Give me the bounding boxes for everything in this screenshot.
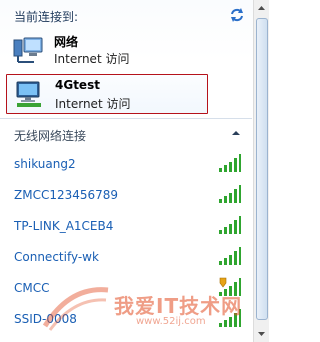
signal-strength-icon [219,216,241,234]
connection-status: Internet 访问 [55,97,131,111]
connection-4gtest[interactable]: 4Gtest Internet 访问 [6,74,208,114]
computer-network-icon [16,81,41,107]
secured-signal-icon [219,277,241,296]
wifi-ssid: shikuang2 [14,157,76,171]
current-connections-title: 当前连接到: [14,10,79,24]
wifi-network-item[interactable]: SSID-0008 [14,308,244,332]
network-flyout: 当前连接到: 网络 Internet 访问 4Gtest Internet 访问 [0,0,269,342]
scroll-down-arrow-icon[interactable] [256,328,267,340]
wifi-network-item[interactable]: TP-LINK_A1CEB4 [14,215,244,239]
wifi-network-item[interactable]: CMCC [14,277,244,301]
scroll-up-arrow-icon[interactable] [256,2,267,14]
vertical-scrollbar[interactable] [253,0,269,342]
signal-strength-icon [219,247,241,265]
wifi-ssid: ZMCC123456789 [14,188,119,202]
connection-name: 网络 [54,35,79,49]
wifi-ssid: TP-LINK_A1CEB4 [14,219,114,233]
wired-network-icon [13,37,43,63]
signal-strength-icon [219,185,241,203]
wifi-ssid: Connectify-wk [14,250,99,264]
connection-status: Internet 访问 [54,52,130,66]
refresh-icon[interactable] [228,6,246,24]
wifi-ssid: SSID-0008 [14,312,77,326]
scrollbar-thumb[interactable] [256,18,268,320]
wifi-network-item[interactable]: Connectify-wk [14,246,244,270]
wireless-section-title: 无线网络连接 [14,129,87,143]
connection-network[interactable]: 网络 Internet 访问 [6,30,206,68]
connection-name: 4Gtest [55,78,100,92]
wifi-ssid: CMCC [14,281,50,295]
wifi-network-item[interactable]: ZMCC123456789 [14,184,244,208]
section-divider [0,118,252,119]
signal-strength-icon [219,309,241,327]
wifi-network-item[interactable]: shikuang2 [14,153,244,177]
signal-strength-icon [219,154,241,172]
chevron-up-icon[interactable] [230,127,242,139]
